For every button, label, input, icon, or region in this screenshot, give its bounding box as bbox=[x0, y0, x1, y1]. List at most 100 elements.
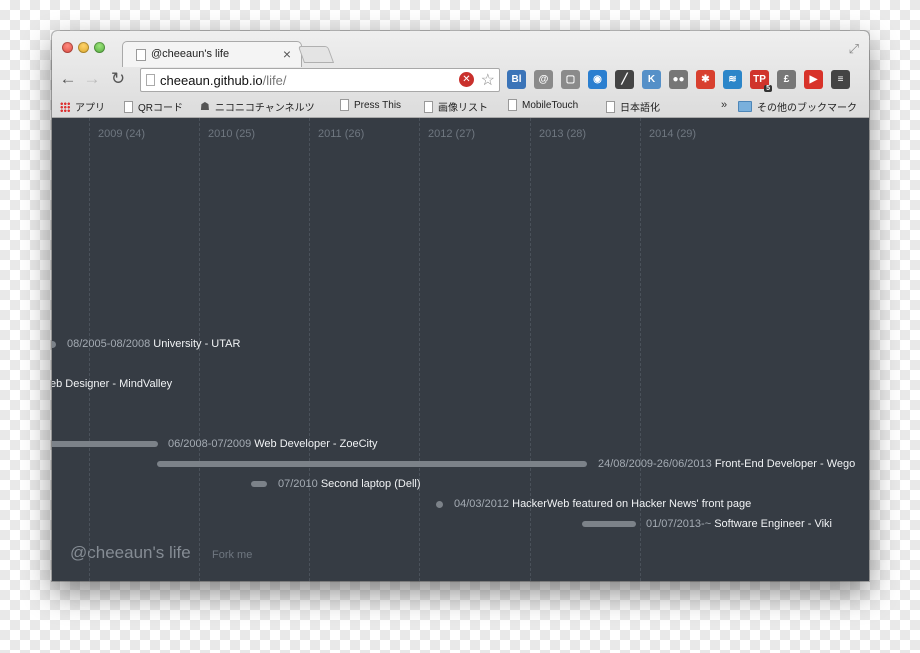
event-label[interactable]: eb Designer - MindValley bbox=[52, 378, 172, 390]
bookmark-item[interactable]: 画像リスト bbox=[424, 99, 488, 114]
event-label[interactable]: 04/03/2012 HackerWeb featured on Hacker … bbox=[454, 498, 751, 510]
bookmark-label: ニコニコチャンネルツ bbox=[214, 103, 315, 114]
event-name: University - UTAR bbox=[153, 338, 241, 350]
url-path: /life/ bbox=[262, 73, 287, 88]
event-name: Software Engineer - Viki bbox=[714, 518, 833, 530]
bookmark-star-icon[interactable]: ☆ bbox=[481, 70, 495, 90]
forward-button[interactable]: → bbox=[82, 69, 102, 89]
extension-badge: 5 bbox=[764, 85, 772, 92]
window-controls bbox=[62, 42, 105, 53]
asterisk-icon[interactable]: ✱ bbox=[696, 70, 715, 89]
bookmark-item[interactable]: QRコード bbox=[124, 99, 183, 114]
page-icon bbox=[136, 49, 146, 61]
event-date: 04/03/2012 bbox=[454, 498, 510, 510]
year-label: 2009 (24) bbox=[98, 128, 146, 140]
event-date: 06/2008-07/2009 bbox=[168, 438, 252, 450]
event-name: Second laptop (Dell) bbox=[320, 478, 421, 490]
menu-icon[interactable]: ≡ bbox=[831, 70, 850, 89]
address-bar[interactable]: cheeaun.github.io/life/ ✕ ☆ bbox=[140, 68, 500, 92]
bookmark-item[interactable]: ☗ ニコニコチャンネルツ bbox=[200, 99, 315, 114]
page-icon bbox=[124, 100, 133, 113]
event-name: eb Designer - MindValley bbox=[52, 378, 173, 390]
dots-icon[interactable]: ●● bbox=[669, 70, 688, 89]
other-bookmarks-label: その他のブックマーク bbox=[757, 103, 857, 114]
bookmark-item[interactable]: Press This bbox=[340, 99, 401, 111]
year-gridline bbox=[309, 118, 310, 581]
close-window-button[interactable] bbox=[62, 42, 73, 53]
eye-icon[interactable]: ◉ bbox=[588, 70, 607, 89]
tab-active[interactable]: @cheeaun's life × bbox=[122, 41, 302, 67]
zoom-window-button[interactable] bbox=[94, 42, 105, 53]
document-icon[interactable]: @ bbox=[534, 70, 553, 89]
event-duration-bar[interactable] bbox=[251, 481, 267, 487]
folder-icon bbox=[738, 101, 752, 112]
fork-me-link[interactable]: Fork me bbox=[212, 549, 252, 561]
play-icon[interactable]: ▶ bbox=[804, 70, 823, 89]
event-label[interactable]: 01/07/2013-~ Software Engineer - Viki bbox=[646, 518, 832, 530]
event-label[interactable]: 07/2010 Second laptop (Dell) bbox=[278, 478, 421, 490]
bookmark-label: アプリ bbox=[75, 103, 105, 114]
chevron-right-icon: » bbox=[721, 99, 728, 111]
event-duration-bar[interactable] bbox=[52, 441, 158, 447]
event-label[interactable]: 06/2008-07/2009 Web Developer - ZoeCity bbox=[168, 438, 378, 450]
bookmark-item[interactable]: アプリ bbox=[60, 99, 105, 114]
tab-close-icon[interactable]: × bbox=[283, 46, 291, 62]
page-icon bbox=[146, 74, 155, 86]
other-bookmarks-folder[interactable]: その他のブックマーク bbox=[738, 99, 857, 114]
year-label: 2013 (28) bbox=[539, 128, 587, 140]
timeline-canvas: 2014 (29) 2013 (28) 2012 (27) 2011 (26) 2010… bbox=[52, 118, 869, 581]
event-date: 08/2005-08/2008 bbox=[67, 338, 151, 350]
bookmark-label: 日本語化 bbox=[620, 103, 660, 114]
page-icon bbox=[508, 99, 517, 111]
bookmark-item[interactable]: 日本語化 bbox=[606, 99, 660, 114]
reload-button[interactable]: ↻ bbox=[108, 69, 128, 89]
event-name: Front-End Developer - Wego bbox=[714, 458, 856, 470]
year-label: 2014 (29) bbox=[649, 128, 697, 140]
wave-icon[interactable]: ≋ bbox=[723, 70, 742, 89]
url-host: cheeaun.github.io bbox=[160, 73, 263, 88]
new-tab-button[interactable] bbox=[297, 46, 335, 63]
event-label[interactable]: 08/2005-08/2008 University - UTAR bbox=[67, 338, 240, 350]
event-duration-bar[interactable] bbox=[157, 461, 587, 467]
bookmark-label: QRコード bbox=[138, 103, 183, 114]
event-label[interactable]: 24/08/2009-26/06/2013 Front-End Develope… bbox=[598, 458, 855, 470]
browser-chrome: @cheeaun's life × ⤢ ← → ↻ cheeaun.github… bbox=[52, 31, 869, 118]
event-marker[interactable] bbox=[436, 501, 443, 508]
url-text[interactable]: cheeaun.github.io/life/ bbox=[160, 73, 287, 88]
tp-icon[interactable]: TP 5 bbox=[750, 70, 772, 92]
event-duration-bar[interactable] bbox=[582, 521, 636, 527]
bitly-icon[interactable]: Bl bbox=[507, 70, 526, 89]
year-label: 2011 (26) bbox=[318, 128, 365, 140]
event-name: Web Developer - ZoeCity bbox=[254, 438, 378, 450]
bookmark-item[interactable]: MobileTouch bbox=[508, 99, 578, 111]
year-gridline bbox=[419, 118, 420, 581]
page-icon bbox=[424, 100, 433, 113]
browser-window: @cheeaun's life × ⤢ ← → ↻ cheeaun.github… bbox=[52, 31, 869, 581]
back-button[interactable]: ← bbox=[58, 69, 78, 89]
bookmark-label: MobileTouch bbox=[522, 99, 579, 111]
extension-toolbar: Bl @ ▢ ◉ ╱ K ●● ✱ ≋ TP 5 £ ▶ ≡ bbox=[507, 70, 850, 92]
tab-title: @cheeaun's life bbox=[151, 48, 230, 60]
bookmark-label: 画像リスト bbox=[438, 103, 488, 114]
year-label: 2012 (27) bbox=[428, 128, 476, 140]
bookmark-label: Press This bbox=[354, 99, 402, 111]
bookmarks-bar: » その他のブックマーク アプリ QRコード ☗ ニコニコチャンネルツ Press Th… bbox=[52, 95, 869, 117]
bookmarks-more-button[interactable]: » bbox=[721, 99, 727, 111]
minimize-window-button[interactable] bbox=[78, 42, 89, 53]
page-icon bbox=[340, 99, 349, 111]
event-name: HackerWeb featured on Hacker News' front… bbox=[512, 498, 752, 510]
window-icon[interactable]: ▢ bbox=[561, 70, 580, 89]
event-date: 01/07/2013-~ bbox=[646, 518, 712, 530]
year-label: 2010 (25) bbox=[208, 128, 256, 140]
year-gridline bbox=[530, 118, 531, 581]
robot-icon: ☗ bbox=[200, 101, 210, 113]
page-icon bbox=[606, 100, 615, 113]
blocked-icon[interactable]: ✕ bbox=[459, 72, 474, 87]
fullscreen-icon[interactable]: ⤢ bbox=[849, 41, 859, 57]
eyedropper-icon[interactable]: ╱ bbox=[615, 70, 634, 89]
event-date: 24/08/2009-26/06/2013 bbox=[598, 458, 712, 470]
event-marker[interactable] bbox=[52, 341, 56, 348]
kuler-icon[interactable]: K bbox=[642, 70, 661, 89]
year-gridline bbox=[640, 118, 641, 581]
pound-icon[interactable]: £ bbox=[777, 70, 796, 89]
